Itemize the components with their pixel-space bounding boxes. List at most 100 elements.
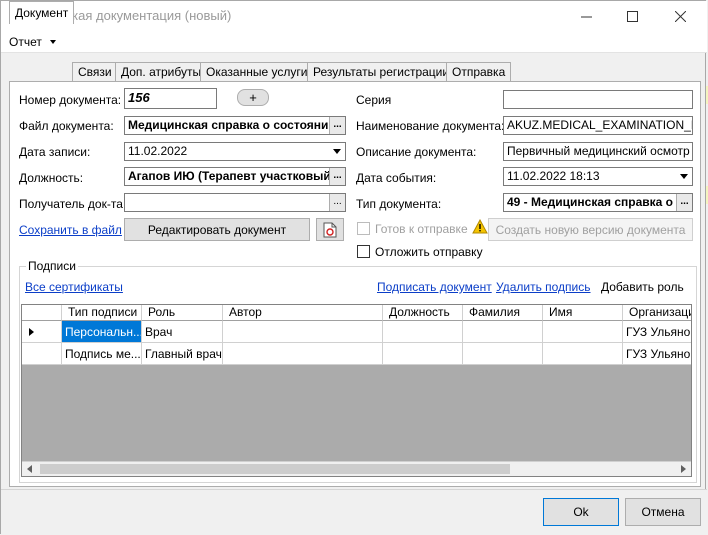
tab-links[interactable]: Связи bbox=[72, 62, 118, 81]
sign-document-link[interactable]: Подписать документ bbox=[377, 280, 492, 294]
file-value: Медицинская справка о состояни bbox=[128, 118, 329, 132]
scroll-right-icon[interactable] bbox=[681, 465, 686, 473]
table-cell[interactable]: Персональн... bbox=[62, 321, 142, 343]
maximize-icon bbox=[626, 10, 638, 22]
column-header[interactable]: Организаци bbox=[623, 305, 691, 321]
position-value: Агапов ИЮ (Терапевт участковый) bbox=[128, 169, 335, 183]
postpone-sending-label: Отложить отправку bbox=[375, 245, 483, 259]
table-cell[interactable] bbox=[543, 321, 623, 343]
doc-desc-value: Первичный медицинский осмотр bbox=[507, 144, 690, 158]
pdf-export-button[interactable] bbox=[316, 218, 344, 241]
save-to-file-link[interactable]: Сохранить в файл bbox=[19, 223, 122, 237]
edit-document-button[interactable]: Редактировать документ bbox=[124, 218, 310, 241]
doc-number-label: Номер документа: bbox=[19, 93, 122, 107]
doc-name-label: Наименование документа: bbox=[356, 119, 505, 133]
recipient-label: Получатель док-та bbox=[19, 197, 123, 211]
table-cell[interactable] bbox=[223, 343, 383, 365]
browse-doc-type-button[interactable]: ... bbox=[676, 194, 692, 211]
series-input[interactable] bbox=[503, 90, 693, 109]
tab-sending[interactable]: Отправка bbox=[446, 62, 512, 81]
ok-button[interactable]: Ok bbox=[543, 498, 619, 526]
signatures-title: Подписи bbox=[26, 259, 78, 273]
row-selector[interactable] bbox=[22, 321, 62, 343]
maximize-button[interactable] bbox=[609, 1, 655, 31]
cancel-button[interactable]: Отмена bbox=[625, 498, 701, 526]
table-cell[interactable]: ГУЗ Ульянов bbox=[623, 321, 691, 343]
horizontal-scrollbar[interactable] bbox=[22, 461, 691, 476]
doc-desc-label: Описание документа: bbox=[356, 145, 477, 159]
menu-report[interactable]: Отчет bbox=[9, 35, 57, 49]
menu-report-label: Отчет bbox=[9, 35, 42, 49]
table-cell[interactable]: Врач bbox=[142, 321, 223, 343]
ready-to-send-label: Готов к отправке bbox=[375, 222, 468, 236]
table-cell[interactable] bbox=[463, 321, 543, 343]
doc-type-label: Тип документа: bbox=[356, 197, 442, 211]
record-date-label: Дата записи: bbox=[19, 145, 91, 159]
record-date-value: 11.02.2022 bbox=[128, 144, 188, 158]
delete-signature-link[interactable]: Удалить подпись bbox=[496, 280, 591, 294]
row-selector[interactable] bbox=[22, 343, 62, 365]
table-cell[interactable]: Подпись ме... bbox=[62, 343, 142, 365]
scroll-left-icon[interactable] bbox=[27, 465, 32, 473]
doc-name-value: AKUZ.MEDICAL_EXAMINATION_MAI bbox=[507, 118, 693, 132]
browse-recipient-button[interactable]: ... bbox=[329, 194, 345, 211]
doc-number-value: 156 bbox=[128, 90, 150, 105]
scrollbar-thumb[interactable] bbox=[40, 464, 510, 474]
browse-position-button[interactable]: ... bbox=[329, 168, 345, 185]
table-cell[interactable] bbox=[543, 343, 623, 365]
doc-name-input[interactable]: AKUZ.MEDICAL_EXAMINATION_MAI bbox=[503, 116, 693, 135]
column-header[interactable]: Имя bbox=[543, 305, 623, 321]
column-header[interactable]: Роль bbox=[142, 305, 223, 321]
add-role-button[interactable]: Добавить роль bbox=[601, 280, 684, 294]
tab-services[interactable]: Оказанные услуги bbox=[200, 62, 314, 81]
file-label: Файл документа: bbox=[19, 119, 114, 133]
ready-to-send-checkbox[interactable] bbox=[357, 222, 370, 235]
current-row-arrow-icon bbox=[29, 328, 34, 336]
dialog-footer: Ok Отмена bbox=[1, 489, 707, 535]
browse-file-button[interactable]: ... bbox=[329, 117, 345, 134]
doc-type-value: 49 - Медицинская справка о bbox=[507, 195, 674, 209]
doc-type-field[interactable]: 49 - Медицинская справка о ... bbox=[503, 193, 693, 212]
close-icon bbox=[674, 10, 686, 22]
tab-extra-attributes[interactable]: Доп. атрибуты bbox=[115, 62, 208, 81]
pdf-file-icon bbox=[323, 222, 337, 237]
minimize-icon bbox=[580, 16, 592, 17]
event-date-label: Дата события: bbox=[356, 171, 437, 185]
event-date-picker[interactable]: 11.02.2022 18:13 bbox=[503, 167, 693, 186]
create-new-version-button[interactable]: Создать новую версию документа bbox=[488, 218, 693, 241]
all-certificates-link[interactable]: Все сертификаты bbox=[25, 280, 123, 294]
tab-registration-results[interactable]: Результаты регистрации bbox=[307, 62, 456, 81]
column-header[interactable]: Автор bbox=[223, 305, 383, 321]
table-cell[interactable] bbox=[383, 343, 463, 365]
close-button[interactable] bbox=[657, 1, 703, 31]
add-button[interactable]: + bbox=[237, 89, 269, 106]
warning-icon bbox=[472, 219, 488, 234]
doc-desc-input[interactable]: Первичный медицинский осмотр bbox=[503, 142, 693, 161]
column-header[interactable]: Должность bbox=[383, 305, 463, 321]
dialog-window: Медицинская документация (новый) Отчет Д… bbox=[0, 0, 707, 535]
row-header-column bbox=[22, 305, 62, 321]
table-cell[interactable]: Главный врач bbox=[142, 343, 223, 365]
postpone-sending-checkbox[interactable] bbox=[357, 245, 370, 258]
column-header[interactable]: Фамилия bbox=[463, 305, 543, 321]
file-field[interactable]: Медицинская справка о состояни ... bbox=[124, 116, 346, 135]
menu-bar: Отчет bbox=[1, 31, 707, 53]
record-date-picker[interactable]: 11.02.2022 bbox=[124, 142, 346, 161]
tab-document[interactable]: Документ bbox=[9, 1, 75, 24]
chevron-down-icon[interactable] bbox=[329, 143, 345, 160]
table-cell[interactable]: ГУЗ Ульянов bbox=[623, 343, 691, 365]
event-date-value: 11.02.2022 18:13 bbox=[507, 169, 600, 183]
position-label: Должность: bbox=[19, 171, 84, 185]
series-label: Серия bbox=[356, 93, 392, 107]
table-cell[interactable] bbox=[223, 321, 383, 343]
table-cell[interactable] bbox=[383, 321, 463, 343]
doc-number-input[interactable]: 156 bbox=[124, 88, 217, 109]
recipient-field[interactable]: ... bbox=[124, 193, 346, 212]
position-field[interactable]: Агапов ИЮ (Терапевт участковый) ... bbox=[124, 167, 346, 186]
chevron-down-icon[interactable] bbox=[676, 168, 692, 185]
minimize-button[interactable] bbox=[563, 1, 609, 31]
table-cell[interactable] bbox=[463, 343, 543, 365]
column-header[interactable]: Тип подписи bbox=[62, 305, 142, 321]
signatures-table: Тип подписи Роль Автор Должность Фамилия… bbox=[21, 304, 692, 477]
dropdown-arrow-icon bbox=[50, 40, 57, 44]
